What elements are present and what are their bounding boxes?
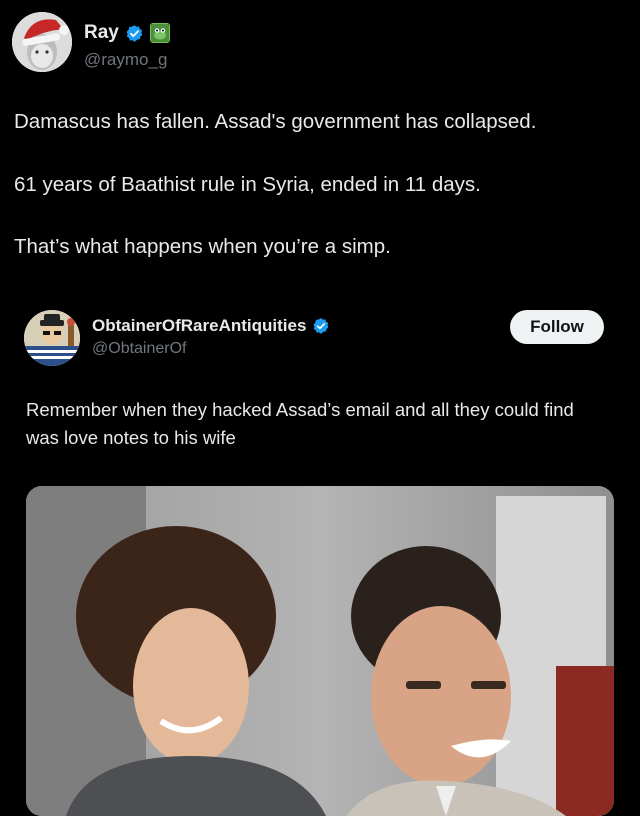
quoted-post-text: Remember when they hacked Assad’s email …	[26, 399, 574, 448]
follow-button[interactable]: Follow	[510, 310, 604, 344]
photo-of-smiling-couple-icon[interactable]	[26, 486, 614, 816]
verified-badge-icon	[126, 24, 143, 42]
cartoon-avatar-icon[interactable]	[24, 310, 80, 366]
author-name-row: Ray	[84, 22, 170, 44]
quoted-author-handle[interactable]: @ObtainerOf	[92, 340, 187, 358]
author-display-name[interactable]: Ray	[84, 22, 119, 44]
author-handle[interactable]: @raymo_g	[84, 50, 167, 70]
post-paragraph-1: Damascus has fallen. Assad's government …	[14, 110, 537, 133]
quoted-verified-badge-icon	[313, 318, 329, 334]
santa-hat-avatar-icon[interactable]	[12, 12, 72, 72]
quoted-author-name-row: ObtainerOfRareAntiquities	[92, 316, 330, 336]
post-paragraph-2: 61 years of Baathist rule in Syria, ende…	[14, 173, 481, 196]
quoted-author-display-name[interactable]: ObtainerOfRareAntiquities	[92, 316, 306, 336]
post-paragraph-3: That’s what happens when you’re a simp.	[14, 235, 391, 258]
frog-emoji-badge-icon	[149, 23, 170, 43]
